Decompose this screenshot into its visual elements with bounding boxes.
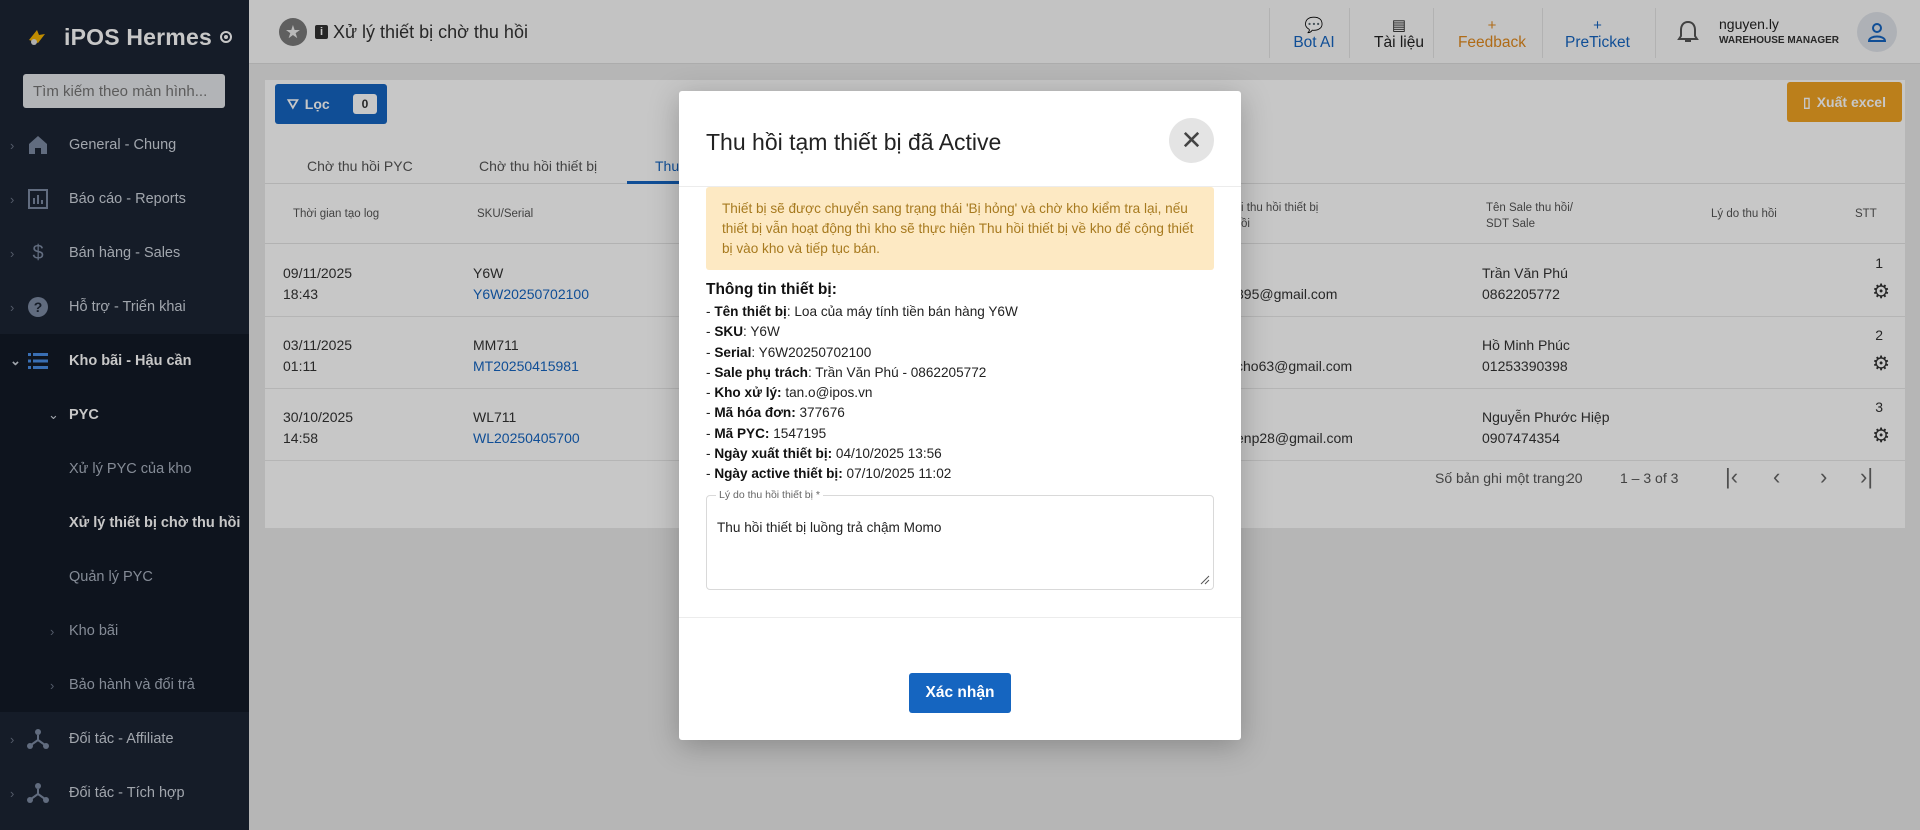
info-line: - Ngày xuất thiết bị: 04/10/2025 13:56 <box>706 446 942 462</box>
dialog-title: Thu hồi tạm thiết bị đã Active <box>706 129 1002 155</box>
info-line: - Tên thiết bị: Loa của máy tính tiền bá… <box>706 304 1018 319</box>
resize-handle-icon[interactable] <box>1200 575 1210 585</box>
info-line: - SKU: Y6W <box>706 324 780 340</box>
recall-reason-textarea[interactable]: Lý do thu hồi thiết bị * Thu hồi thiết b… <box>706 489 1214 590</box>
info-line: - Sale phụ trách: Trần Văn Phú - 0862205… <box>706 364 987 380</box>
confirm-button[interactable]: Xác nhận <box>909 673 1011 713</box>
info-line: - Serial: Y6W20250702100 <box>706 344 872 360</box>
device-info-list: - Tên thiết bị: Loa của máy tính tiền bá… <box>706 302 1018 485</box>
info-line: - Mã PYC: 1547195 <box>706 425 827 441</box>
info-line: - Mã hóa đơn: 377676 <box>706 405 845 421</box>
info-line: - Kho xử lý: tan.o@ipos.vn <box>706 385 873 401</box>
warning-banner: Thiết bị sẽ được chuyển sang trạng thái … <box>706 187 1214 270</box>
device-info-title: Thông tin thiết bị: <box>706 281 837 298</box>
info-line: - Ngày active thiết bị: 07/10/2025 11:02 <box>706 466 952 482</box>
recall-dialog: Thu hồi tạm thiết bị đã Active ✕ Thiết b… <box>679 91 1241 740</box>
recall-reason-value: Thu hồi thiết bị luồng trả chậm Momo <box>717 520 942 535</box>
recall-reason-label: Lý do thu hồi thiết bị * <box>716 489 823 501</box>
divider <box>679 617 1241 618</box>
close-icon[interactable]: ✕ <box>1169 118 1214 163</box>
